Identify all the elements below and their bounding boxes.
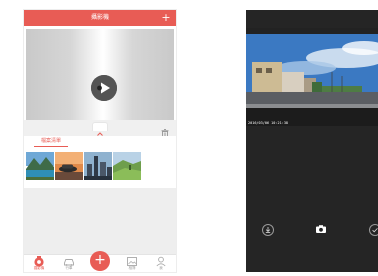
street-scene-image — [246, 28, 378, 126]
play-icon[interactable] — [91, 75, 117, 101]
camera-shutter-icon — [316, 225, 326, 233]
thumbnail-city-tower[interactable] — [84, 152, 112, 180]
confirm-button[interactable] — [369, 224, 378, 236]
nav-item-car[interactable]: 行車 — [57, 254, 81, 272]
live-camera-view: 2016/03/06 10:21:38 — [246, 28, 378, 126]
trash-icon[interactable] — [161, 123, 169, 138]
thumbnail-mountain-lake[interactable] — [26, 152, 54, 180]
active-tab-underline — [34, 146, 68, 147]
nav-item-profile[interactable]: 我 — [149, 254, 173, 272]
page-title: 攝影機 — [90, 14, 109, 21]
nav-label-profile: 我 — [159, 266, 163, 270]
nav-item-camera[interactable]: 攝影機 — [27, 254, 51, 272]
thumbnail-hillside[interactable] — [113, 152, 141, 180]
right-phone-screen: 2016/03/06 10:21:38 — [246, 10, 378, 272]
nav-label-car: 行車 — [65, 266, 73, 270]
download-icon — [265, 227, 271, 233]
video-preview[interactable] — [26, 29, 174, 120]
nav-label-album: 相簿 — [128, 266, 136, 270]
thumbnail-car-road[interactable] — [55, 152, 83, 180]
shutter-button[interactable] — [315, 224, 326, 234]
check-icon — [372, 228, 378, 233]
timestamp-overlay: 2016/03/06 10:21:38 — [248, 121, 289, 125]
left-phone-screen: 攝影機 + 檔案清單 攝影機 行車 + 相簿 我 — [24, 10, 176, 272]
plus-icon[interactable]: + — [90, 251, 110, 271]
add-button[interactable]: + — [160, 10, 172, 26]
empty-content-area — [24, 188, 176, 254]
thumbnail-grid — [24, 148, 176, 188]
nav-item-album[interactable]: 相簿 — [120, 254, 144, 272]
download-button[interactable] — [262, 224, 274, 236]
nav-label-camera: 攝影機 — [33, 266, 45, 270]
collapse-chevron-button[interactable] — [92, 122, 108, 136]
